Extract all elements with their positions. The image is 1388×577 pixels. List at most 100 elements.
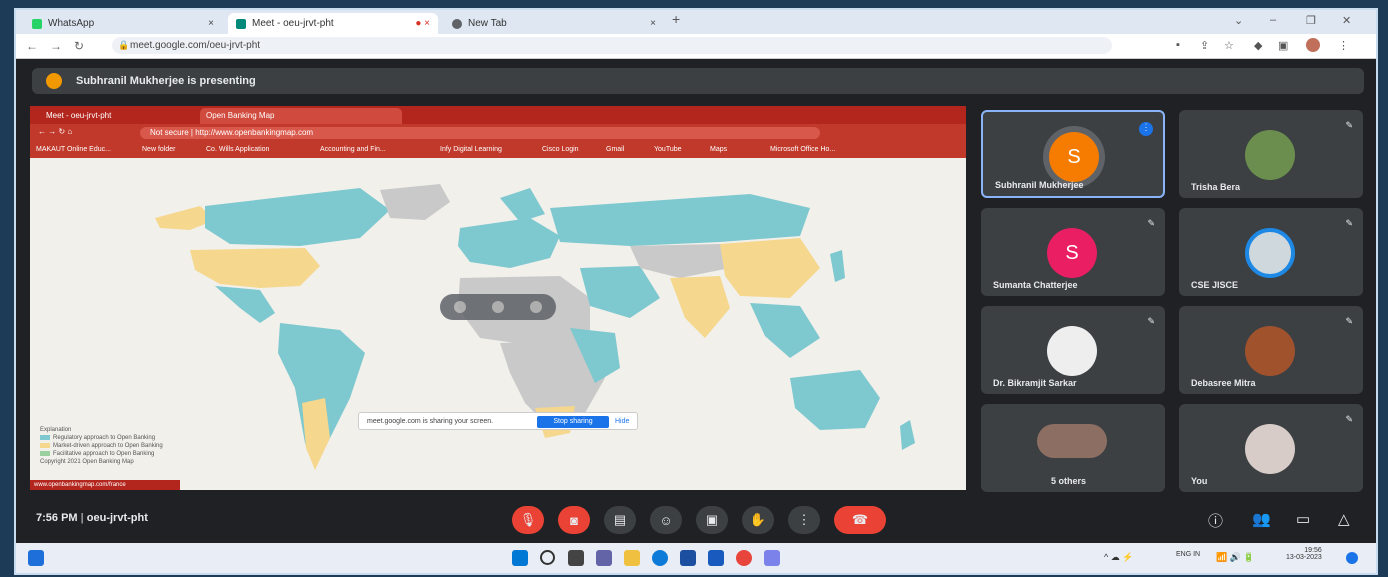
fullscreen-icon[interactable] bbox=[530, 301, 542, 313]
map-zoom-controls[interactable] bbox=[440, 294, 556, 320]
world-map bbox=[30, 158, 966, 490]
participant-tile[interactable]: ✎ Debasree Mitra bbox=[1179, 306, 1363, 394]
camera-icon[interactable]: ▪ bbox=[1176, 39, 1180, 51]
zoom-in-icon[interactable] bbox=[454, 301, 466, 313]
word-icon[interactable] bbox=[708, 550, 724, 566]
tab-label: Meet - oeu-jrvt-pht bbox=[252, 18, 334, 29]
participant-tile[interactable]: S ✎ Sumanta Chatterjee bbox=[981, 208, 1165, 296]
back-icon[interactable]: ← bbox=[26, 39, 38, 53]
participant-tile[interactable]: ✎ CSE JISCE bbox=[1179, 208, 1363, 296]
participant-tile[interactable]: ✎ Trisha Bera bbox=[1179, 110, 1363, 198]
minimize-button[interactable]: – bbox=[1270, 14, 1276, 26]
task-view-icon[interactable] bbox=[568, 550, 584, 566]
tray-icons[interactable]: ^ ☁ ⚡ bbox=[1104, 552, 1133, 563]
menu-icon[interactable]: ⋮ bbox=[1338, 39, 1349, 52]
zoom-out-icon[interactable] bbox=[492, 301, 504, 313]
edge-icon[interactable] bbox=[652, 550, 668, 566]
people-icon[interactable]: 👥 bbox=[1252, 510, 1271, 528]
notification-icon[interactable] bbox=[1346, 552, 1358, 564]
legend-label: Market-driven approach to Open Banking bbox=[53, 443, 163, 449]
tab-label: New Tab bbox=[468, 18, 507, 29]
camera-button[interactable]: ◙ bbox=[558, 506, 590, 534]
chrome-icon[interactable] bbox=[736, 550, 752, 566]
url-text: meet.google.com/oeu-jrvt-pht bbox=[130, 40, 261, 51]
screen-share-notice: meet.google.com is sharing your screen. … bbox=[358, 412, 638, 430]
participant-name: 5 others bbox=[1051, 476, 1087, 486]
chat-app-icon[interactable] bbox=[596, 550, 612, 566]
meeting-details-icon[interactable]: ⓘ bbox=[1208, 510, 1223, 531]
tab-meet[interactable]: Meet - oeu-jrvt-pht ● × bbox=[228, 13, 438, 34]
legend-swatch bbox=[40, 434, 50, 440]
tab-search-icon[interactable]: ⌄ bbox=[1234, 14, 1243, 27]
chrome-icon bbox=[452, 18, 462, 29]
meeting-time: 7:56 PM bbox=[36, 512, 78, 524]
close-window-button[interactable]: ✕ bbox=[1342, 14, 1351, 27]
more-options-button[interactable]: ⋮ bbox=[788, 506, 820, 534]
browser-tab-strip: WhatsApp × Meet - oeu-jrvt-pht ● × New T… bbox=[16, 10, 1376, 34]
legend-label: Facilitative approach to Open Banking bbox=[53, 451, 155, 457]
teams-icon[interactable] bbox=[764, 550, 780, 566]
close-icon[interactable]: × bbox=[650, 18, 656, 29]
bookmark: Maps bbox=[710, 146, 728, 153]
reactions-button[interactable]: ☺ bbox=[650, 506, 682, 534]
share-icon[interactable]: ⇪ bbox=[1200, 39, 1209, 52]
reload-icon[interactable]: ↻ bbox=[74, 39, 84, 53]
meeting-info: 7:56 PM | oeu-jrvt-pht bbox=[36, 512, 148, 524]
stop-sharing-button[interactable]: Stop sharing bbox=[537, 416, 609, 428]
shared-tab-meet: Meet - oeu-jrvt-pht bbox=[46, 111, 112, 120]
mic-off-icon: ✎ bbox=[1147, 316, 1155, 326]
sidebar-icon[interactable]: ▣ bbox=[1278, 39, 1288, 52]
mic-button[interactable]: 🎙 bbox=[512, 506, 544, 534]
avatar bbox=[1245, 424, 1295, 474]
avatar: S bbox=[1049, 132, 1099, 182]
widgets-icon[interactable] bbox=[28, 550, 44, 566]
search-icon[interactable] bbox=[540, 550, 555, 565]
tab-new-tab[interactable]: New Tab × bbox=[444, 13, 664, 34]
whatsapp-icon bbox=[32, 18, 42, 29]
profile-avatar[interactable] bbox=[1306, 38, 1320, 52]
extensions-icon[interactable]: ◆ bbox=[1254, 39, 1262, 52]
new-tab-button[interactable]: + bbox=[672, 11, 680, 27]
url-field[interactable]: 🔒 meet.google.com/oeu-jrvt-pht bbox=[112, 37, 1112, 54]
file-explorer-icon[interactable] bbox=[624, 550, 640, 566]
avatar bbox=[1047, 326, 1097, 376]
close-icon[interactable]: × bbox=[208, 18, 214, 29]
shared-url: Not secure | http://www.openbankingmap.c… bbox=[140, 127, 820, 139]
legend-swatch bbox=[40, 442, 50, 448]
clock[interactable]: 19:56 13-03-2023 bbox=[1286, 547, 1322, 561]
hand-icon: ✋ bbox=[749, 512, 767, 527]
captions-button[interactable]: ▤ bbox=[604, 506, 636, 534]
hide-link[interactable]: Hide bbox=[615, 413, 629, 431]
language-indicator[interactable]: ENG IN bbox=[1176, 551, 1200, 558]
raise-hand-button[interactable]: ✋ bbox=[742, 506, 774, 534]
meet-icon bbox=[236, 18, 246, 29]
chat-icon[interactable]: ▭ bbox=[1296, 510, 1310, 528]
participant-tile[interactable]: S ⋮ Subhranil Mukherjee bbox=[981, 110, 1165, 198]
legend-swatch bbox=[40, 450, 50, 456]
present-button[interactable]: ▣ bbox=[696, 506, 728, 534]
maximize-button[interactable]: ❐ bbox=[1306, 14, 1316, 27]
store-icon[interactable] bbox=[680, 550, 696, 566]
forward-icon[interactable]: → bbox=[50, 39, 62, 53]
windows-taskbar: ^ ☁ ⚡ ENG IN 📶 🔊 🔋 19:56 13-03-2023 bbox=[16, 543, 1376, 573]
close-icon[interactable]: ● × bbox=[415, 18, 430, 29]
mic-off-icon: 🎙 bbox=[519, 512, 537, 527]
shared-screen: Meet - oeu-jrvt-pht Open Banking Map ← →… bbox=[30, 106, 966, 490]
tab-whatsapp[interactable]: WhatsApp × bbox=[24, 13, 222, 34]
star-icon[interactable]: ☆ bbox=[1224, 39, 1234, 52]
participant-name: Dr. Bikramjit Sarkar bbox=[993, 378, 1077, 388]
bookmark: Cisco Login bbox=[542, 146, 579, 153]
avatar bbox=[1037, 424, 1107, 458]
activities-icon[interactable]: △ bbox=[1338, 510, 1350, 528]
legend-title: Explanation bbox=[40, 427, 72, 433]
participant-tile[interactable]: ✎ You bbox=[1179, 404, 1363, 492]
start-icon[interactable] bbox=[512, 550, 528, 566]
participant-tile[interactable]: 5 others bbox=[981, 404, 1165, 492]
bookmark: Co. Wills Application bbox=[206, 146, 270, 153]
leave-call-button[interactable]: ☎ bbox=[834, 506, 886, 534]
shared-bookmarks-bar: MAKAUT Online Educ... New folder Co. Wil… bbox=[30, 142, 966, 158]
participant-tile[interactable]: ✎ Dr. Bikramjit Sarkar bbox=[981, 306, 1165, 394]
present-icon bbox=[46, 73, 62, 89]
meeting-code: oeu-jrvt-pht bbox=[86, 512, 148, 524]
network-volume-icons[interactable]: 📶 🔊 🔋 bbox=[1216, 552, 1255, 563]
